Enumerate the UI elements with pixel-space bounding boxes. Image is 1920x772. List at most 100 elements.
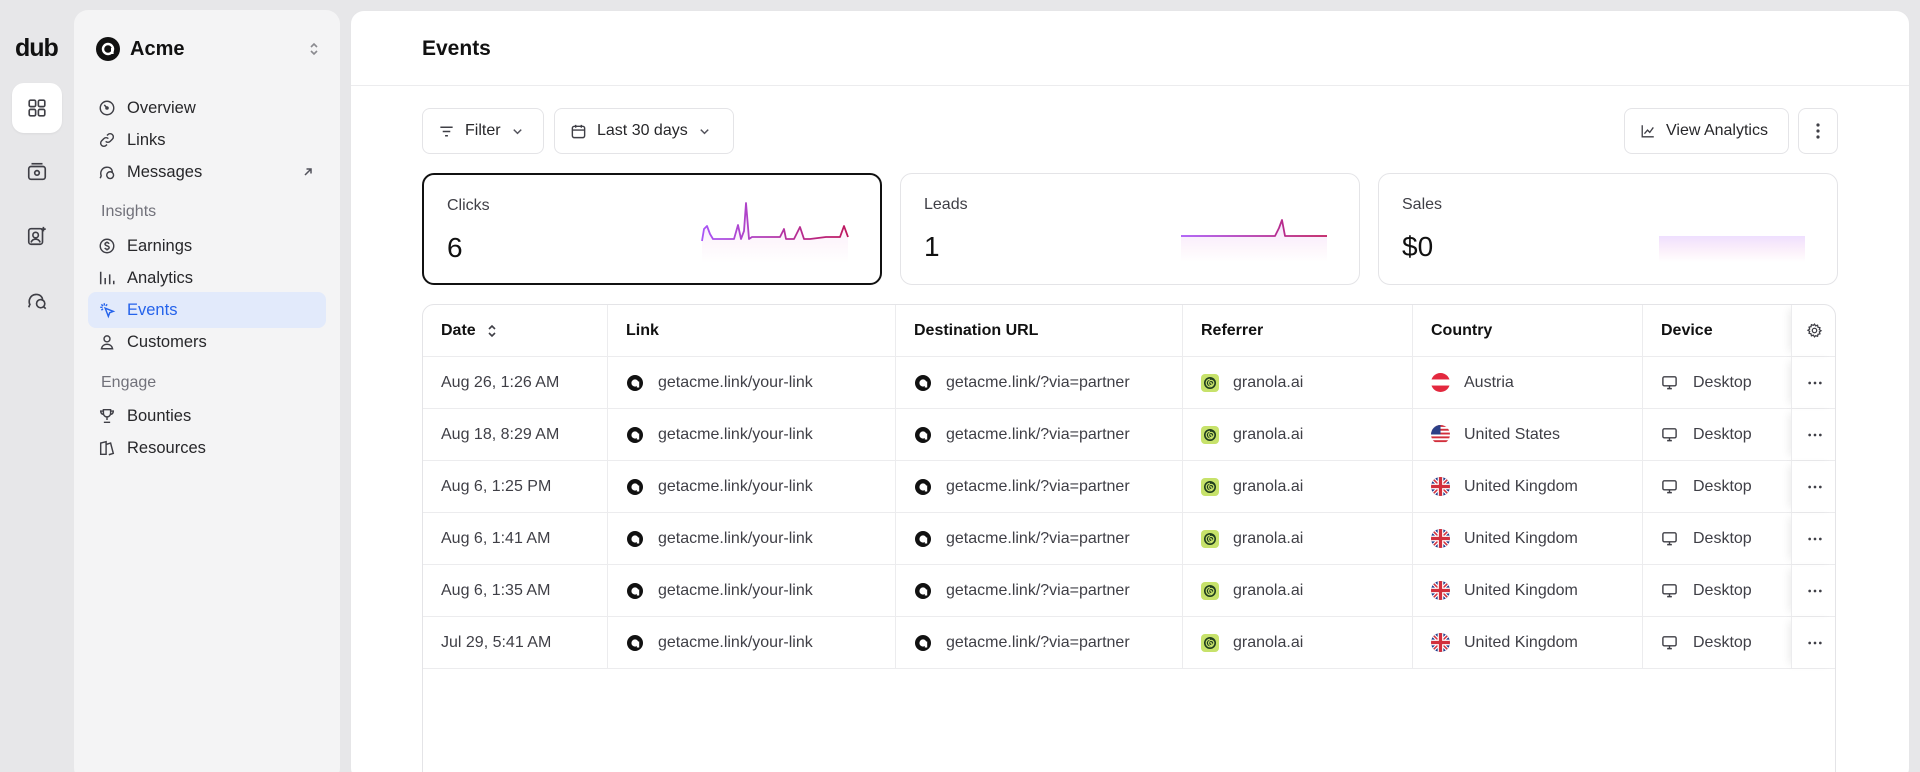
link-logo-icon [626,478,644,496]
column-settings-button[interactable] [1791,305,1835,356]
nav-item-analytics[interactable]: Analytics [88,260,326,296]
stat-value: $0 [1402,231,1434,262]
cell-link[interactable]: getacme.link/your-link [608,461,896,512]
cell-link[interactable]: getacme.link/your-link [608,409,896,460]
stat-card-sales[interactable]: Sales $0 [1378,173,1838,285]
horizontal-dots-icon [1807,641,1823,645]
rail-messages-button[interactable] [12,275,62,325]
user-plus-icon [27,226,46,246]
link-logo-icon [914,634,932,652]
cell-destination-url[interactable]: getacme.link/?via=partner [896,565,1183,616]
link-logo-icon [626,582,644,600]
nav-item-events[interactable]: Events [88,292,326,328]
cell-country: United Kingdom [1413,513,1643,564]
stat-value: 1 [924,231,940,262]
filter-icon [440,125,453,137]
date-range-button[interactable]: Last 30 days [554,108,734,154]
horizontal-dots-icon [1807,537,1823,541]
cell-country: United Kingdom [1413,617,1643,668]
row-menu-button[interactable] [1791,357,1835,408]
rail-partners-button[interactable] [12,211,62,261]
cell-destination-url[interactable]: getacme.link/?via=partner [896,513,1183,564]
table-header: Date Link Destination URL Referrer Count… [423,305,1835,357]
cell-destination-url[interactable]: getacme.link/?via=partner [896,461,1183,512]
granola-logo-icon [1201,529,1219,548]
nav-label: Analytics [127,268,194,287]
page-title: Events [422,37,491,60]
chat-icon [99,166,115,180]
grid-icon [28,99,46,117]
stat-card-leads[interactable]: Leads 1 [900,173,1360,285]
row-menu-button[interactable] [1791,461,1835,512]
nav-item-links[interactable]: Links [88,122,326,158]
cell-link[interactable]: getacme.link/your-link [608,565,896,616]
stat-card-clicks[interactable]: Clicks 6 [422,173,882,285]
nav-item-overview[interactable]: Overview [88,90,326,126]
row-menu-button[interactable] [1791,617,1835,668]
clicks-sparkline [701,202,849,263]
row-menu-button[interactable] [1791,409,1835,460]
nav-item-resources[interactable]: Resources [88,430,326,466]
cell-date: Aug 6, 1:41 AM [423,513,608,564]
row-menu-button[interactable] [1791,513,1835,564]
sidebar: Acme Overview Links Messages Insights Ea… [74,10,340,772]
flag-at-icon [1431,373,1450,392]
cell-link[interactable]: getacme.link/your-link [608,357,896,408]
table-row[interactable]: Jul 29, 5:41 AM getacme.link/your-link get… [423,617,1835,669]
cell-referrer: granola.ai [1183,357,1413,408]
cell-date: Aug 26, 1:26 AM [423,357,608,408]
table-row[interactable]: Aug 26, 1:26 AM getacme.link/your-link get… [423,357,1835,409]
more-options-button[interactable] [1798,108,1838,154]
resources-icon [99,440,115,456]
header-divider [351,85,1909,86]
cell-link[interactable]: getacme.link/your-link [608,513,896,564]
stat-label: Leads [924,196,968,213]
main-panel: Events Filter Last 30 days View Analytic… [350,10,1910,772]
cell-link[interactable]: getacme.link/your-link [608,617,896,668]
rail-programs-button[interactable] [12,83,62,133]
cell-device: Desktop [1643,409,1791,460]
nav-item-messages[interactable]: Messages [88,154,326,190]
flag-us-icon [1431,425,1450,444]
nav-item-bounties[interactable]: Bounties [88,398,326,434]
cell-destination-url[interactable]: getacme.link/?via=partner [896,357,1183,408]
cell-destination-url[interactable]: getacme.link/?via=partner [896,409,1183,460]
workspace-switcher[interactable]: Acme [96,34,322,64]
header-device: Device [1661,321,1713,339]
cell-country: United Kingdom [1413,461,1643,512]
sort-icon [488,324,496,337]
header-date[interactable]: Date [423,305,608,356]
workspace-logo [96,37,120,61]
leads-sparkline [1181,219,1327,262]
table-row[interactable]: Aug 6, 1:41 AM getacme.link/your-link geta… [423,513,1835,565]
table-row[interactable]: Aug 18, 8:29 AM getacme.link/your-link get… [423,409,1835,461]
bar-chart-icon [99,271,115,285]
rail-payouts-button[interactable] [12,147,62,197]
cell-destination-url[interactable]: getacme.link/?via=partner [896,617,1183,668]
stat-label: Clicks [447,197,490,214]
nav-label: Overview [127,98,196,117]
table-row[interactable]: Aug 6, 1:25 PM getacme.link/your-link geta… [423,461,1835,513]
dub-logo[interactable]: dub [15,34,59,63]
nav-item-earnings[interactable]: Earnings [88,228,326,264]
cell-device: Desktop [1643,565,1791,616]
nav-item-customers[interactable]: Customers [88,324,326,360]
granola-logo-icon [1201,633,1219,652]
link-logo-icon [914,582,932,600]
cell-device: Desktop [1643,617,1791,668]
cell-referrer: granola.ai [1183,409,1413,460]
chevron-down-icon [699,128,709,134]
cell-device: Desktop [1643,461,1791,512]
cell-country: United States [1413,409,1643,460]
nav-label: Messages [127,162,203,181]
row-menu-button[interactable] [1791,565,1835,616]
link-logo-icon [914,478,932,496]
monitor-icon [1661,634,1679,652]
filter-button[interactable]: Filter [422,108,544,154]
workspace-name: Acme [130,37,185,60]
header-link: Link [608,305,896,356]
view-analytics-button[interactable]: View Analytics [1624,108,1789,154]
cell-date: Aug 6, 1:25 PM [423,461,608,512]
cell-date: Jul 29, 5:41 AM [423,617,608,668]
table-row[interactable]: Aug 6, 1:35 AM getacme.link/your-link geta… [423,565,1835,617]
